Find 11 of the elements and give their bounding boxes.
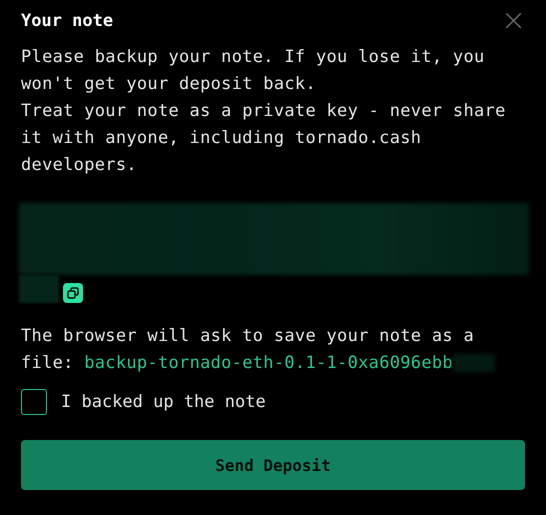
save-notice: The browser will ask to save your note as a file: backup-tornado-eth-0.1-1-0xa6096ebb	[21, 323, 525, 377]
checkbox-label: I backed up the note	[61, 392, 266, 412]
warning-text: Treat your note as a private key - never share it with anyone, including tornado.cash developers.	[21, 100, 507, 177]
file-name: backup-tornado-eth-0.1-1-0xa6096ebb	[84, 353, 453, 373]
warning-text: Please backup your note. If you lose it, you won't get your deposit back.	[21, 46, 486, 96]
close-button[interactable]: ×	[501, 6, 523, 36]
modal-title: Your note	[21, 11, 114, 31]
redacted-text	[452, 354, 495, 372]
checkbox[interactable]	[21, 389, 47, 415]
send-deposit-button[interactable]: Send Deposit	[21, 440, 525, 490]
copy-icon[interactable]	[63, 283, 83, 303]
